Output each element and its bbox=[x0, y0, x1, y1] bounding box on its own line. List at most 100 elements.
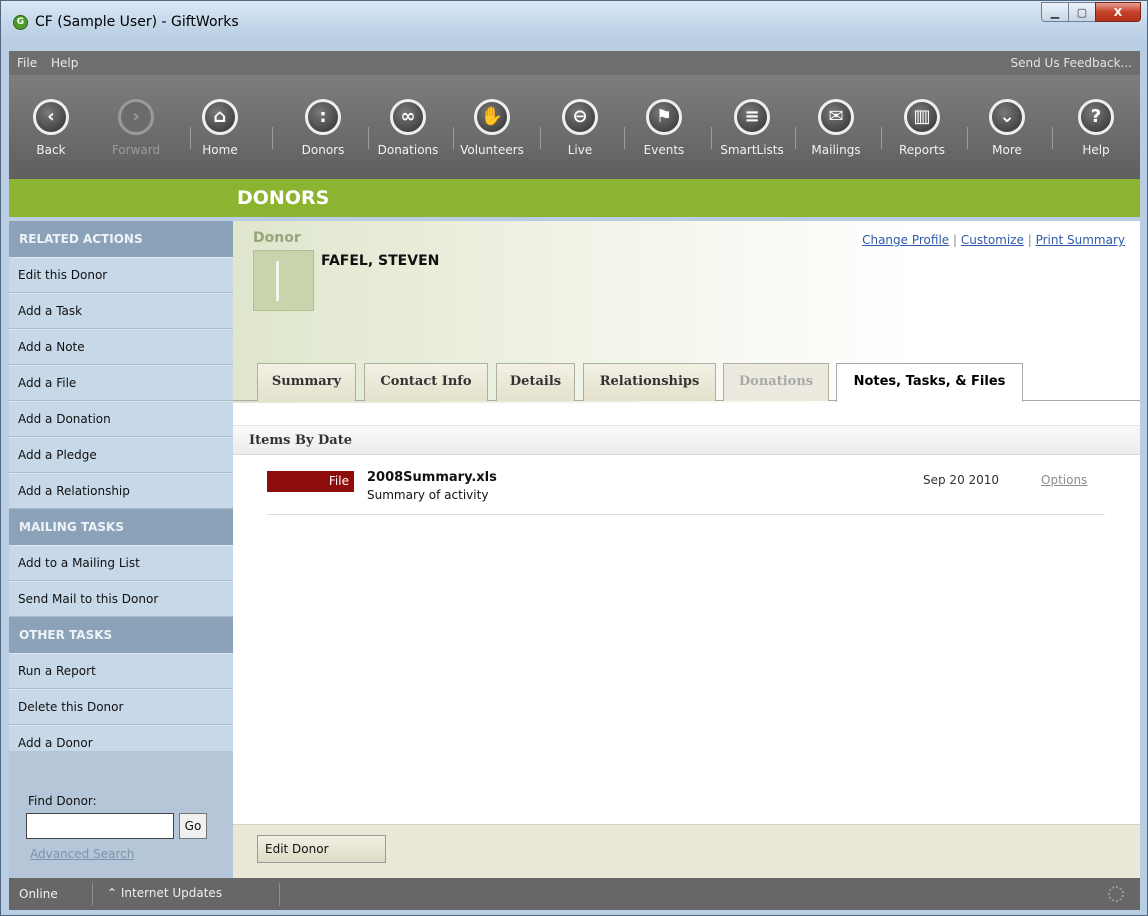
action-footer: Edit Donor bbox=[233, 824, 1140, 878]
volunteers-button[interactable]: ✋ Volunteers bbox=[457, 95, 527, 175]
donors-button[interactable]: : Donors bbox=[288, 95, 358, 175]
question-mark-icon: ? bbox=[1078, 99, 1114, 135]
home-icon: ⌂ bbox=[202, 99, 238, 135]
sidebar-item-send-mail[interactable]: Send Mail to this Donor bbox=[9, 581, 233, 617]
menu-bar: File Help Send Us Feedback... bbox=[9, 51, 1140, 75]
status-bar: Online ⌃ Internet Updates bbox=[9, 878, 1140, 910]
chevron-down-icon: ⌄ bbox=[989, 99, 1025, 135]
maximize-button[interactable]: ▢ bbox=[1068, 2, 1096, 22]
window-title: CF (Sample User) - GiftWorks bbox=[35, 14, 239, 30]
double-chevron-up-icon: ⌃ bbox=[107, 886, 118, 900]
more-label: More bbox=[992, 143, 1022, 157]
back-button[interactable]: ‹ Back bbox=[16, 95, 86, 175]
hand-icon: ✋ bbox=[474, 99, 510, 135]
customize-link[interactable]: Customize bbox=[961, 233, 1024, 247]
list-item[interactable]: File 2008Summary.xls Summary of activity… bbox=[267, 467, 1105, 515]
sidebar-item-run-report[interactable]: Run a Report bbox=[9, 653, 233, 689]
donations-label: Donations bbox=[377, 143, 439, 157]
menu-file[interactable]: File bbox=[17, 56, 37, 70]
ribbon-icon: ∞ bbox=[390, 99, 426, 135]
record-type-label: Donor bbox=[253, 230, 301, 246]
forward-button[interactable]: › Forward bbox=[101, 95, 171, 175]
items-header-label: Items By Date bbox=[249, 433, 352, 448]
bar-chart-icon: ▥ bbox=[904, 99, 940, 135]
sidebar-item-add-task[interactable]: Add a Task bbox=[9, 293, 233, 329]
sidebar-item-add-pledge[interactable]: Add a Pledge bbox=[9, 437, 233, 473]
help-button[interactable]: ? Help bbox=[1061, 95, 1131, 175]
tab-summary[interactable]: Summary bbox=[257, 363, 356, 401]
find-donor-label: Find Donor: bbox=[28, 794, 97, 808]
find-donor-input[interactable] bbox=[26, 813, 174, 839]
close-button[interactable]: X bbox=[1095, 2, 1141, 22]
file-type-badge: File bbox=[267, 471, 354, 492]
title-bar: G CF (Sample User) - GiftWorks ▁ ▢ X bbox=[1, 1, 1147, 43]
events-label: Events bbox=[643, 143, 685, 157]
smartlists-button[interactable]: ≡ SmartLists bbox=[717, 95, 787, 175]
send-feedback-link[interactable]: Send Us Feedback... bbox=[1011, 56, 1132, 70]
go-button[interactable]: Go bbox=[179, 813, 207, 839]
more-button[interactable]: ⌄ More bbox=[972, 95, 1042, 175]
item-description: Summary of activity bbox=[367, 488, 489, 502]
other-tasks-header: OTHER TASKS bbox=[9, 617, 233, 653]
tab-donations[interactable]: Donations bbox=[723, 363, 829, 401]
sidebar-item-add-relationship[interactable]: Add a Relationship bbox=[9, 473, 233, 509]
forward-arrow-icon: › bbox=[118, 99, 154, 135]
sidebar-item-edit-donor[interactable]: Edit this Donor bbox=[9, 257, 233, 293]
item-name[interactable]: 2008Summary.xls bbox=[367, 470, 497, 485]
donor-avatar-icon bbox=[253, 250, 314, 311]
home-label: Home bbox=[202, 143, 238, 157]
smartlists-label: SmartLists bbox=[720, 143, 784, 157]
print-summary-link[interactable]: Print Summary bbox=[1036, 233, 1125, 247]
donor-tabs: Summary Contact Info Details Relationshi… bbox=[233, 363, 1140, 402]
status-divider bbox=[279, 883, 280, 906]
reports-button[interactable]: ▥ Reports bbox=[887, 95, 957, 175]
online-status: Online bbox=[19, 887, 58, 901]
events-button[interactable]: ⚑ Events bbox=[629, 95, 699, 175]
main-toolbar: ‹ Back › Forward ⌂ Home : Donors ∞ Donat… bbox=[9, 75, 1140, 179]
tab-details[interactable]: Details bbox=[496, 363, 575, 401]
home-button[interactable]: ⌂ Home bbox=[185, 95, 255, 175]
toolbar-divider bbox=[272, 127, 273, 149]
giftworks-logo-icon: G bbox=[13, 15, 28, 30]
tab-contact-info[interactable]: Contact Info bbox=[364, 363, 488, 401]
minimize-button[interactable]: ▁ bbox=[1041, 2, 1069, 22]
find-donor-panel: Find Donor: Go Advanced Search bbox=[9, 751, 233, 878]
advanced-search-link[interactable]: Advanced Search bbox=[30, 847, 134, 861]
item-date: Sep 20 2010 bbox=[923, 473, 1000, 487]
menu-help[interactable]: Help bbox=[51, 56, 78, 70]
section-title: DONORS bbox=[237, 187, 330, 209]
mailings-button[interactable]: ✉ Mailings bbox=[801, 95, 871, 175]
change-profile-link[interactable]: Change Profile bbox=[862, 233, 949, 247]
sidebar-item-add-donation[interactable]: Add a Donation bbox=[9, 401, 233, 437]
related-actions-header: RELATED ACTIONS bbox=[9, 221, 233, 257]
internet-updates-button[interactable]: ⌃ Internet Updates bbox=[107, 886, 222, 900]
loading-spinner-icon bbox=[1108, 886, 1124, 902]
envelope-icon: ✉ bbox=[818, 99, 854, 135]
edit-donor-button[interactable]: Edit Donor bbox=[257, 835, 386, 863]
sidebar-item-add-note[interactable]: Add a Note bbox=[9, 329, 233, 365]
item-options-link[interactable]: Options bbox=[1041, 473, 1087, 487]
list-icon: ≡ bbox=[734, 99, 770, 135]
app-window: G CF (Sample User) - GiftWorks ▁ ▢ X Fil… bbox=[0, 0, 1148, 916]
donor-name: FAFEL, STEVEN bbox=[321, 253, 440, 269]
volunteers-label: Volunteers bbox=[460, 143, 524, 157]
sidebar-item-add-mailing-list[interactable]: Add to a Mailing List bbox=[9, 545, 233, 581]
status-divider bbox=[92, 883, 93, 906]
live-button[interactable]: ⊖ Live bbox=[545, 95, 615, 175]
section-header: DONORS bbox=[9, 179, 1140, 217]
donations-button[interactable]: ∞ Donations bbox=[373, 95, 443, 175]
sidebar-item-add-file[interactable]: Add a File bbox=[9, 365, 233, 401]
sidebar: RELATED ACTIONS Edit this Donor Add a Ta… bbox=[9, 221, 233, 878]
tab-relationships[interactable]: Relationships bbox=[583, 363, 716, 401]
reports-label: Reports bbox=[898, 143, 946, 157]
internet-updates-label: Internet Updates bbox=[120, 886, 223, 900]
main-content: Donor FAFEL, STEVEN Change Profile | Cus… bbox=[233, 221, 1140, 824]
link-separator: | bbox=[953, 233, 958, 247]
forward-label: Forward bbox=[111, 143, 161, 157]
sidebar-item-delete-donor[interactable]: Delete this Donor bbox=[9, 689, 233, 725]
live-plug-icon: ⊖ bbox=[562, 99, 598, 135]
items-by-date-header: Items By Date bbox=[233, 425, 1140, 455]
back-arrow-icon: ‹ bbox=[33, 99, 69, 135]
tab-notes-tasks-files[interactable]: Notes, Tasks, & Files bbox=[836, 363, 1023, 402]
profile-links: Change Profile | Customize | Print Summa… bbox=[862, 233, 1125, 247]
